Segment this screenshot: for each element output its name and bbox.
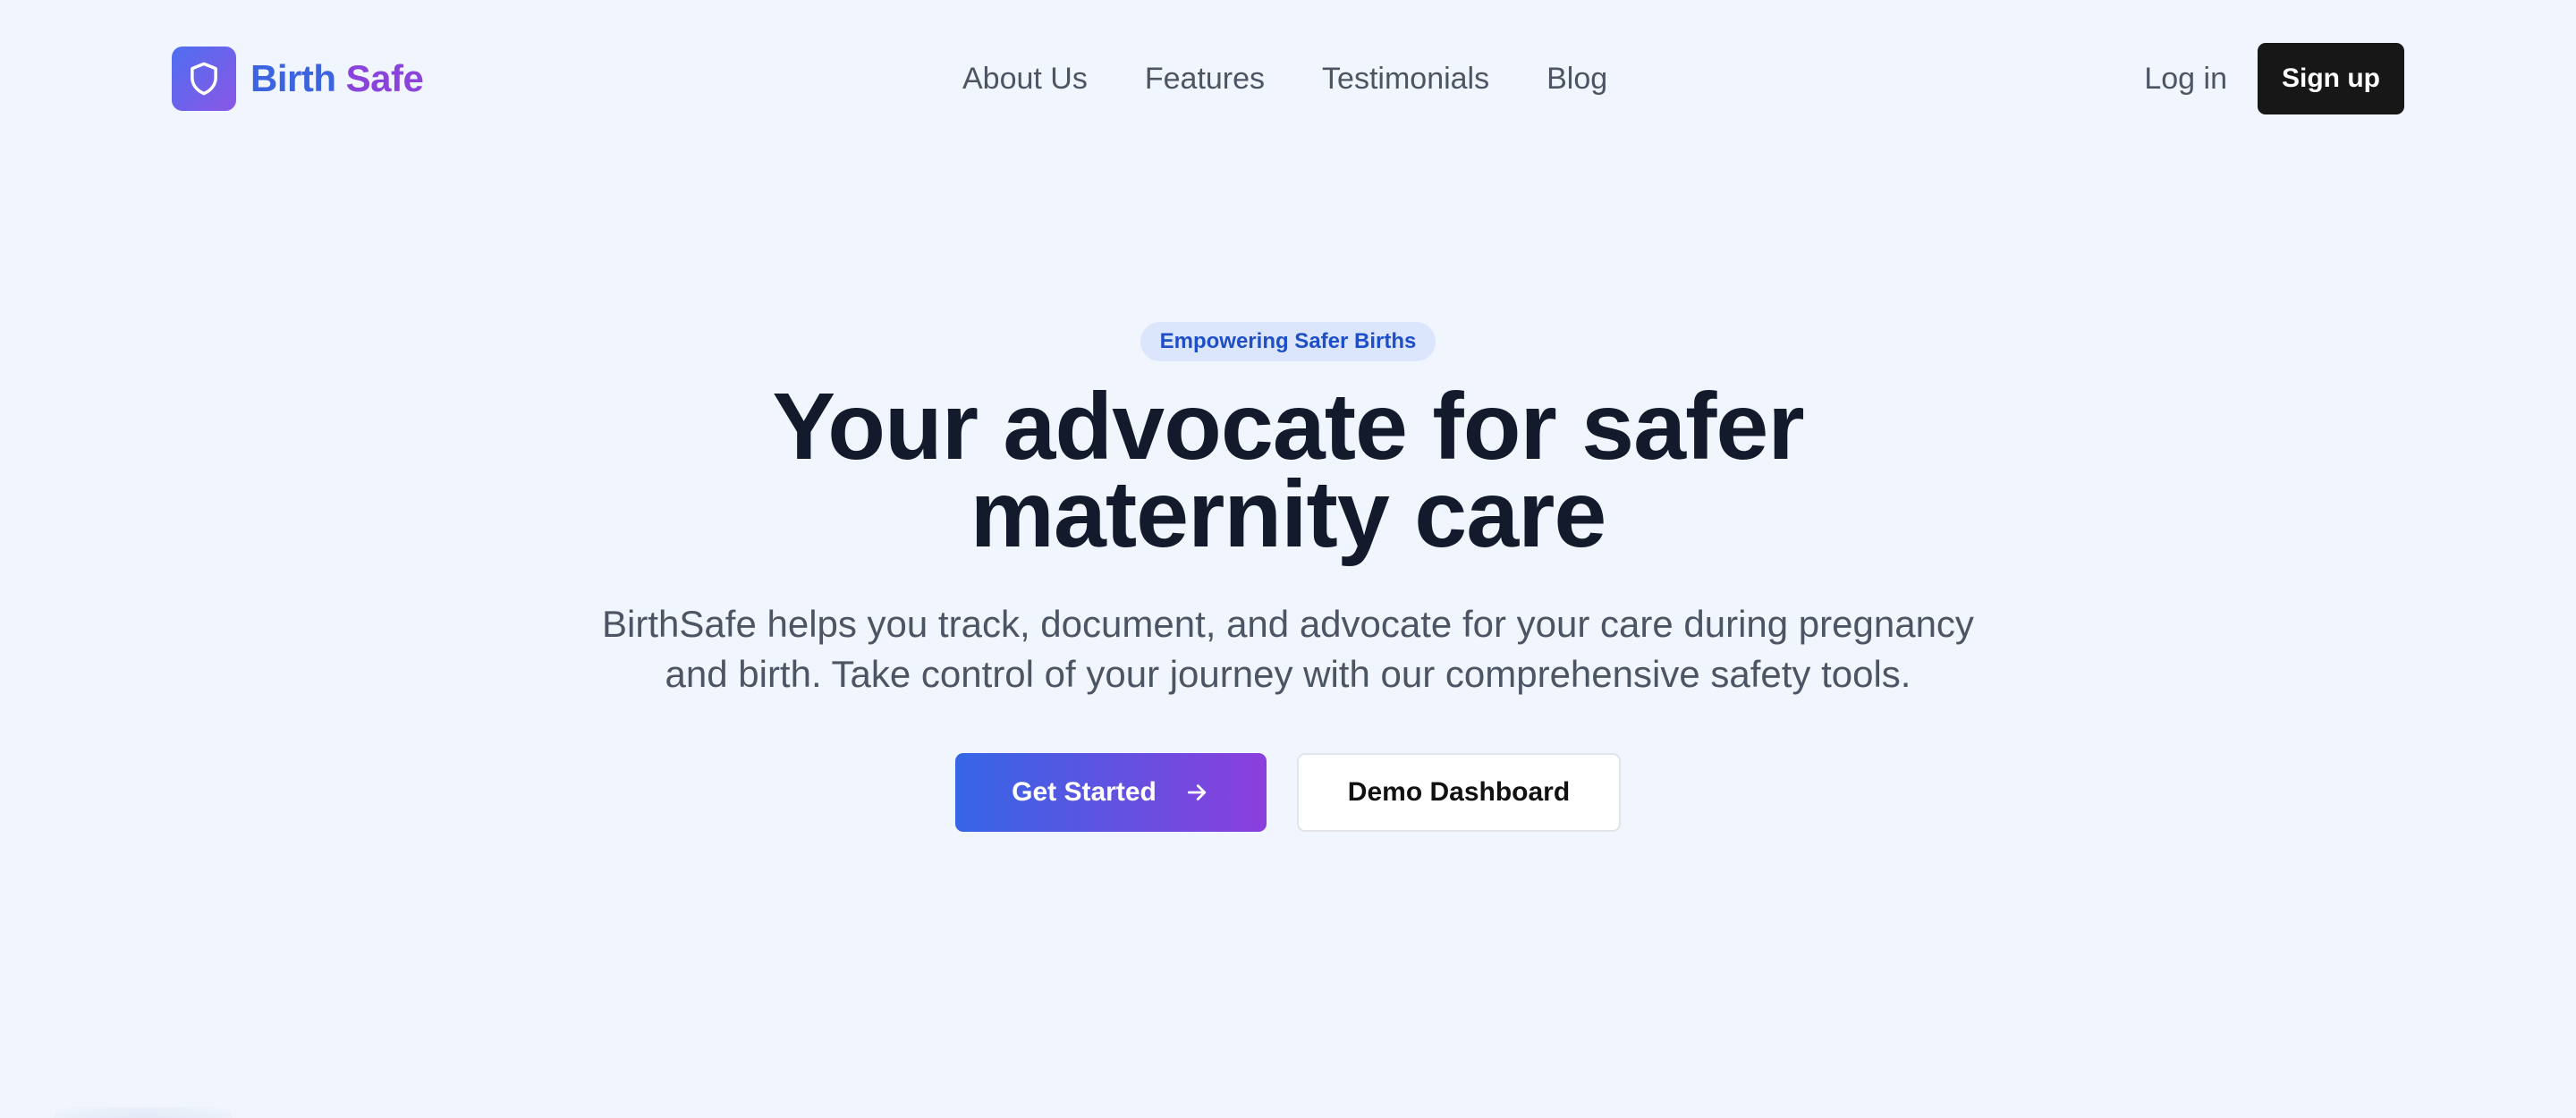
hero-cta-row: Get Started Demo Dashboard <box>0 753 2576 832</box>
arrow-right-icon <box>1183 779 1210 806</box>
auth-actions: Log in Sign up <box>2144 43 2404 114</box>
hero-subtitle: BirthSafe helps you track, document, and… <box>602 603 1974 695</box>
brand-logo-link[interactable]: Birth Safe <box>172 47 424 111</box>
hero-badge: Empowering Safer Births <box>1140 322 1436 361</box>
main-nav: About Us Features Testimonials Blog <box>962 57 1607 100</box>
get-started-button[interactable]: Get Started <box>955 753 1267 832</box>
login-link[interactable]: Log in <box>2144 62 2227 97</box>
shield-icon <box>191 62 217 96</box>
nav-link-blog[interactable]: Blog <box>1546 64 1607 94</box>
hero-title-line2: maternity care <box>970 462 1607 567</box>
nav-link-about-us[interactable]: About Us <box>962 64 1088 94</box>
nav-link-testimonials[interactable]: Testimonials <box>1322 64 1489 94</box>
hero-title: Your advocate for safer maternity care <box>662 379 1914 562</box>
brand-name-part1: Birth <box>250 57 336 99</box>
hero-section: Empowering Safer Births Your advocate fo… <box>0 322 2576 832</box>
nav-link-features[interactable]: Features <box>1145 64 1265 94</box>
decorative-shadow <box>54 1107 233 1118</box>
signup-button[interactable]: Sign up <box>2258 43 2404 114</box>
logo-badge <box>172 47 236 111</box>
get-started-label: Get Started <box>1012 777 1157 807</box>
demo-dashboard-button[interactable]: Demo Dashboard <box>1297 753 1621 832</box>
brand-name-part2: Safe <box>345 57 424 99</box>
site-header: Birth Safe About Us Features Testimonial… <box>0 0 2576 157</box>
brand-name: Birth Safe <box>250 57 424 99</box>
landing-page: Birth Safe About Us Features Testimonial… <box>0 0 2576 1118</box>
